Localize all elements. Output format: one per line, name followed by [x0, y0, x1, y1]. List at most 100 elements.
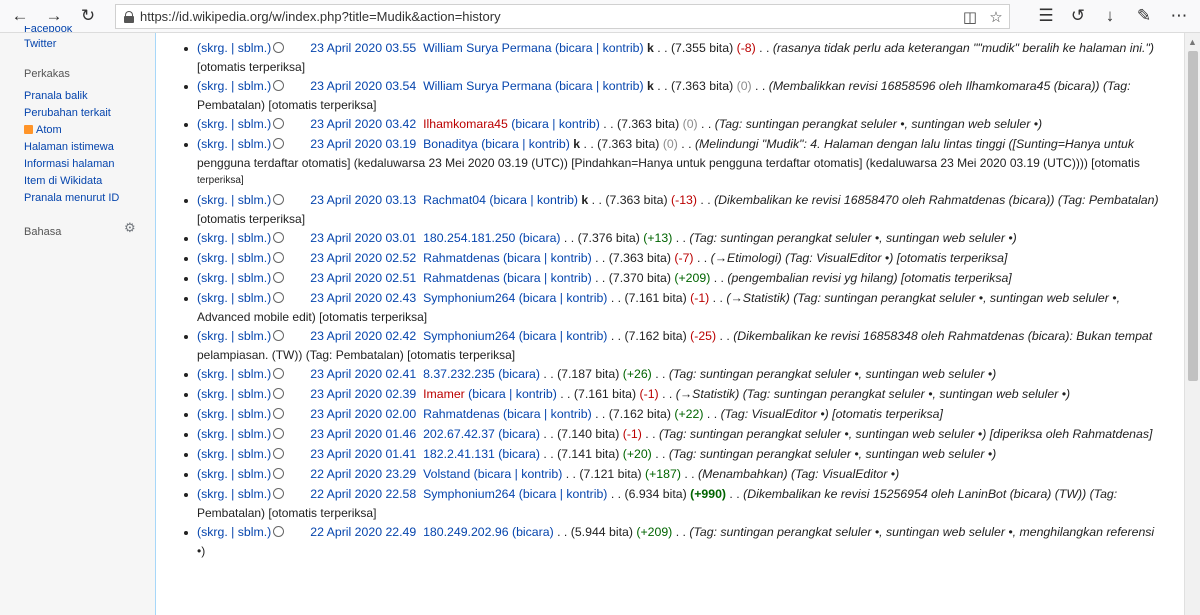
user-link[interactable]: 8.37.232.235 — [423, 367, 495, 381]
revision-date[interactable]: 22 April 2020 22.58 — [310, 487, 416, 501]
user-link[interactable]: Symphonium264 — [423, 291, 515, 305]
sidebar-link-halaman-istimewa[interactable]: Halaman istimewa — [0, 139, 155, 156]
cur-prev-links[interactable]: (skrg. | sblm.) — [197, 251, 271, 265]
user-link[interactable]: Imamer — [423, 387, 465, 401]
revision-date[interactable]: 23 April 2020 01.46 — [310, 427, 416, 441]
compare-radio[interactable] — [273, 468, 285, 479]
user-link[interactable]: Rahmatdenas — [423, 251, 500, 265]
user-tool-links[interactable]: (bicara) — [495, 447, 544, 461]
user-tool-links[interactable]: (bicara | kontrib) — [515, 329, 610, 343]
user-tool-links[interactable]: (bicara | kontrib) — [552, 41, 647, 55]
scroll-thumb[interactable] — [1188, 51, 1198, 381]
favorite-star-icon[interactable]: ☆ — [983, 6, 1009, 28]
user-link[interactable]: 180.254.181.250 — [423, 231, 515, 245]
compare-radio[interactable] — [273, 408, 285, 419]
user-tool-links[interactable]: (bicara | kontrib) — [470, 467, 565, 481]
cur-prev-links[interactable]: (skrg. | sblm.) — [197, 407, 271, 421]
revision-date[interactable]: 23 April 2020 02.42 — [310, 329, 416, 343]
cur-prev-links[interactable]: (skrg. | sblm.) — [197, 79, 271, 93]
user-tool-links[interactable]: (bicara) — [515, 231, 564, 245]
user-tool-links[interactable]: (bicara | kontrib) — [478, 137, 573, 151]
history-icon[interactable]: ↺ — [1064, 3, 1092, 29]
cur-prev-links[interactable]: (skrg. | sblm.) — [197, 525, 271, 539]
sidebar-link-facebook[interactable]: Facebook — [0, 26, 155, 34]
cur-prev-links[interactable]: (skrg. | sblm.) — [197, 487, 271, 501]
cur-prev-links[interactable]: (skrg. | sblm.) — [197, 271, 271, 285]
user-link[interactable]: William Surya Permana — [423, 41, 551, 55]
cur-prev-links[interactable]: (skrg. | sblm.) — [197, 329, 271, 343]
user-link[interactable]: Ilhamkomara45 — [423, 117, 508, 131]
sidebar-link-pranala-balik[interactable]: Pranala balik — [0, 88, 155, 105]
url-text[interactable]: https://id.wikipedia.org/w/index.php?tit… — [140, 9, 957, 24]
cur-prev-links[interactable]: (skrg. | sblm.) — [197, 193, 271, 207]
cur-prev-links[interactable]: (skrg. | sblm.) — [197, 117, 271, 131]
cur-prev-links[interactable]: (skrg. | sblm.) — [197, 291, 271, 305]
revision-date[interactable]: 23 April 2020 03.19 — [310, 137, 416, 151]
user-tool-links[interactable]: (bicara | kontrib) — [500, 251, 595, 265]
user-link[interactable]: Symphonium264 — [423, 487, 515, 501]
user-link[interactable]: Rahmatdenas — [423, 271, 500, 285]
cur-prev-links[interactable]: (skrg. | sblm.) — [197, 427, 271, 441]
revision-date[interactable]: 23 April 2020 02.43 — [310, 291, 416, 305]
compare-radio[interactable] — [273, 448, 285, 459]
favorites-icon[interactable]: ☰ — [1032, 3, 1060, 29]
sidebar-link-item-wikidata[interactable]: Item di Wikidata — [0, 173, 155, 190]
compare-radio[interactable] — [273, 232, 285, 243]
compare-radio[interactable] — [273, 330, 285, 341]
download-icon[interactable]: ↓ — [1096, 3, 1124, 29]
revision-date[interactable]: 23 April 2020 01.41 — [310, 447, 416, 461]
more-icon[interactable]: ⋯ — [1165, 3, 1193, 29]
gear-icon[interactable]: ⚙ — [124, 220, 136, 236]
compare-radio[interactable] — [273, 80, 285, 91]
user-link[interactable]: Volstand — [423, 467, 470, 481]
revision-date[interactable]: 22 April 2020 23.29 — [310, 467, 416, 481]
sidebar-link-pranala-menurut-id[interactable]: Pranala menurut ID — [0, 190, 155, 207]
user-tool-links[interactable]: (bicara) — [495, 427, 544, 441]
compare-radio[interactable] — [273, 388, 285, 399]
user-link[interactable]: Rahmatdenas — [423, 407, 500, 421]
user-link[interactable]: William Surya Permana — [423, 79, 551, 93]
cur-prev-links[interactable]: (skrg. | sblm.) — [197, 447, 271, 461]
pen-icon[interactable]: ✎ — [1130, 3, 1158, 29]
vertical-scrollbar[interactable]: ▲ — [1184, 33, 1200, 615]
user-tool-links[interactable]: (bicara) — [509, 525, 558, 539]
revision-date[interactable]: 23 April 2020 02.39 — [310, 387, 416, 401]
user-link[interactable]: Bonaditya — [423, 137, 478, 151]
revision-date[interactable]: 23 April 2020 03.42 — [310, 117, 416, 131]
compare-radio[interactable] — [273, 526, 285, 537]
cur-prev-links[interactable]: (skrg. | sblm.) — [197, 41, 271, 55]
cur-prev-links[interactable]: (skrg. | sblm.) — [197, 231, 271, 245]
user-link[interactable]: Symphonium264 — [423, 329, 515, 343]
sidebar-link-atom[interactable]: Atom — [0, 122, 155, 139]
compare-radio[interactable] — [273, 42, 285, 53]
user-tool-links[interactable]: (bicara | kontrib) — [500, 271, 595, 285]
user-link[interactable]: Rachmat04 — [423, 193, 486, 207]
user-tool-links[interactable]: (bicara | kontrib) — [515, 291, 610, 305]
compare-radio[interactable] — [273, 368, 285, 379]
user-tool-links[interactable]: (bicara | kontrib) — [552, 79, 647, 93]
sidebar-link-perubahan-terkait[interactable]: Perubahan terkait — [0, 105, 155, 122]
revision-date[interactable]: 23 April 2020 02.41 — [310, 367, 416, 381]
revision-date[interactable]: 23 April 2020 02.52 — [310, 251, 416, 265]
compare-radio[interactable] — [273, 118, 285, 129]
sidebar-link-twitter[interactable]: Twitter — [0, 36, 155, 53]
sidebar-link-informasi-halaman[interactable]: Informasi halaman — [0, 156, 155, 173]
compare-radio[interactable] — [273, 252, 285, 263]
cur-prev-links[interactable]: (skrg. | sblm.) — [197, 467, 271, 481]
revision-date[interactable]: 23 April 2020 02.00 — [310, 407, 416, 421]
user-link[interactable]: 182.2.41.131 — [423, 447, 495, 461]
revision-date[interactable]: 23 April 2020 03.54 — [310, 79, 416, 93]
reading-view-icon[interactable]: ◫ — [957, 6, 983, 28]
user-link[interactable]: 180.249.202.96 — [423, 525, 508, 539]
user-link[interactable]: 202.67.42.37 — [423, 427, 495, 441]
address-bar[interactable]: https://id.wikipedia.org/w/index.php?tit… — [115, 4, 1010, 29]
compare-radio[interactable] — [273, 488, 285, 499]
user-tool-links[interactable]: (bicara | kontrib) — [465, 387, 560, 401]
user-tool-links[interactable]: (bicara | kontrib) — [486, 193, 581, 207]
scroll-up-icon[interactable]: ▲ — [1188, 37, 1197, 47]
cur-prev-links[interactable]: (skrg. | sblm.) — [197, 367, 271, 381]
compare-radio[interactable] — [273, 428, 285, 439]
user-tool-links[interactable]: (bicara) — [495, 367, 544, 381]
compare-radio[interactable] — [273, 292, 285, 303]
cur-prev-links[interactable]: (skrg. | sblm.) — [197, 387, 271, 401]
